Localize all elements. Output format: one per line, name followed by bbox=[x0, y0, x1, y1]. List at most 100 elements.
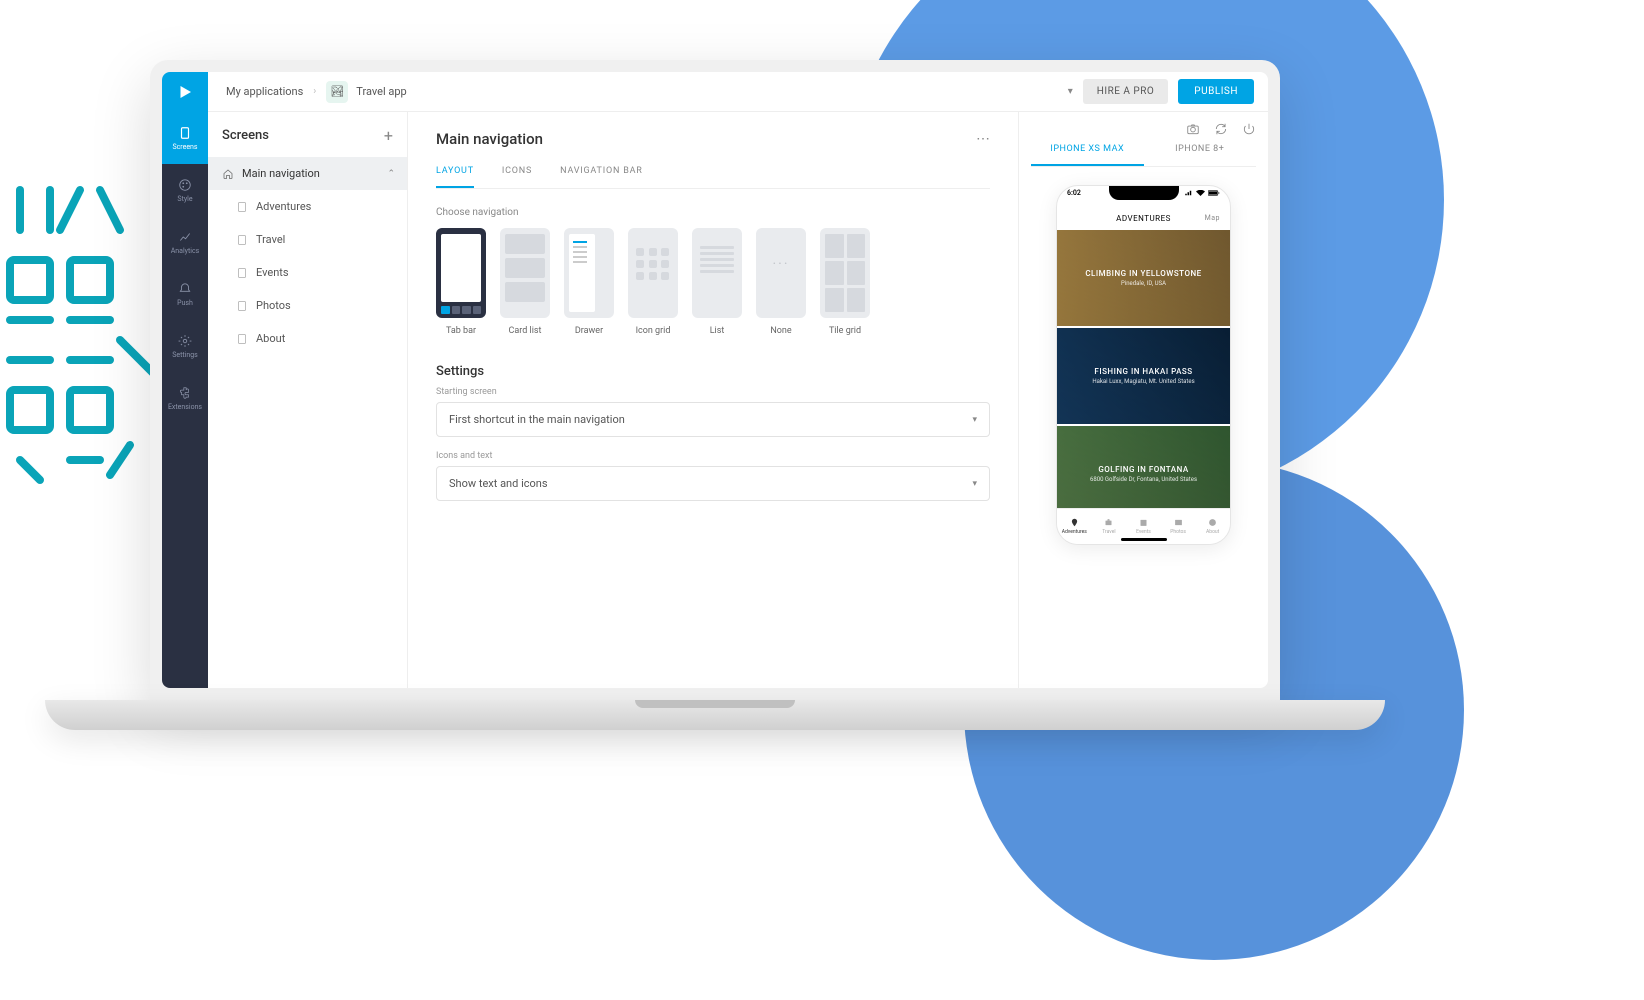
icons-text-select[interactable]: Show text and icons ▾ bbox=[436, 466, 990, 501]
chevron-up-icon[interactable]: ⌃ bbox=[387, 169, 395, 179]
rail-label: Screens bbox=[172, 143, 197, 151]
breadcrumb: My applications › 🏞 Travel app bbox=[208, 81, 407, 103]
screen-label: Main navigation bbox=[242, 167, 320, 180]
home-icon bbox=[222, 168, 234, 180]
analytics-icon bbox=[178, 230, 192, 244]
device-tab-xs-max[interactable]: IPHONE XS MAX bbox=[1031, 144, 1144, 166]
app-logo[interactable] bbox=[162, 72, 208, 112]
tab-icons[interactable]: ICONS bbox=[502, 166, 532, 188]
rail-label: Analytics bbox=[171, 247, 200, 255]
screen-label: About bbox=[256, 332, 285, 345]
info-icon bbox=[1208, 518, 1217, 527]
screen-item-events[interactable]: Events bbox=[208, 256, 407, 289]
nav-option-list[interactable]: List bbox=[692, 228, 742, 336]
tab-label: Events bbox=[1136, 529, 1151, 535]
card-title: CLIMBING IN YELLOWSTONE bbox=[1085, 269, 1201, 278]
tab-label: Travel bbox=[1102, 529, 1115, 535]
adventure-card-climbing[interactable]: CLIMBING IN YELLOWSTONE Pinedale, ID, US… bbox=[1057, 230, 1230, 326]
suitcase-icon bbox=[1104, 518, 1113, 527]
nav-option-none[interactable]: ··· None bbox=[756, 228, 806, 336]
home-indicator bbox=[1121, 538, 1167, 541]
screen-label: Events bbox=[256, 266, 289, 279]
select-value: First shortcut in the main navigation bbox=[449, 413, 625, 426]
chevron-down-icon: ▾ bbox=[972, 415, 977, 425]
breadcrumb-app[interactable]: Travel app bbox=[356, 85, 406, 98]
nav-option-label: Drawer bbox=[575, 326, 603, 336]
nav-option-label: Tile grid bbox=[829, 326, 861, 336]
app-thumbnail-icon: 🏞 bbox=[326, 81, 348, 103]
more-icon[interactable]: ⋯ bbox=[976, 131, 990, 147]
nav-option-label: Card list bbox=[509, 326, 542, 336]
phone-time: 6:02 bbox=[1067, 189, 1081, 197]
card-title: FISHING IN HAKAI PASS bbox=[1094, 367, 1192, 376]
rail-push[interactable]: Push bbox=[162, 268, 208, 320]
phone-tab-about[interactable]: About bbox=[1195, 509, 1230, 544]
phone-header-title: ADVENTURES bbox=[1116, 214, 1171, 223]
power-icon[interactable] bbox=[1242, 122, 1256, 136]
card-subtitle: Pinedale, ID, USA bbox=[1121, 280, 1166, 287]
rail-settings[interactable]: Settings bbox=[162, 320, 208, 372]
nav-option-icon-grid[interactable]: Icon grid bbox=[628, 228, 678, 336]
content-area: Main navigation ⋯ LAYOUT ICONS NAVIGATIO… bbox=[408, 112, 1018, 688]
screens-icon bbox=[178, 126, 192, 140]
refresh-icon[interactable] bbox=[1214, 122, 1228, 136]
rail-screens[interactable]: Screens bbox=[162, 112, 208, 164]
phone-map-link[interactable]: Map bbox=[1205, 214, 1220, 222]
rail-label: Extensions bbox=[168, 403, 202, 411]
phone-tab-adventures[interactable]: Adventures bbox=[1057, 509, 1092, 544]
puzzle-icon bbox=[178, 386, 192, 400]
screen-label: Adventures bbox=[256, 200, 311, 213]
publish-button[interactable]: PUBLISH bbox=[1178, 79, 1254, 104]
tab-layout[interactable]: LAYOUT bbox=[436, 166, 474, 188]
add-screen-button[interactable]: + bbox=[384, 126, 393, 145]
phone-header: ADVENTURES Map bbox=[1057, 208, 1230, 228]
nav-option-card-list[interactable]: Card list bbox=[500, 228, 550, 336]
screen-item-main-navigation[interactable]: Main navigation ⌃ bbox=[208, 157, 407, 190]
chevron-down-icon[interactable]: ▾ bbox=[1068, 86, 1073, 97]
adventure-card-golfing[interactable]: GOLFING IN FONTANA 6800 Golfside Dr, Fon… bbox=[1057, 426, 1230, 508]
rail-style[interactable]: Style bbox=[162, 164, 208, 216]
page-icon bbox=[236, 267, 248, 279]
laptop-frame: My applications › 🏞 Travel app ▾ HIRE A … bbox=[150, 60, 1280, 760]
pin-icon bbox=[1070, 518, 1079, 527]
settings-heading: Settings bbox=[436, 364, 990, 379]
screen-item-travel[interactable]: Travel bbox=[208, 223, 407, 256]
rail-extensions[interactable]: Extensions bbox=[162, 372, 208, 424]
select-value: Show text and icons bbox=[449, 477, 548, 490]
choose-nav-label: Choose navigation bbox=[436, 207, 990, 218]
starting-screen-select[interactable]: First shortcut in the main navigation ▾ bbox=[436, 402, 990, 437]
card-title: GOLFING IN FONTANA bbox=[1098, 465, 1188, 474]
preview-panel: IPHONE XS MAX IPHONE 8+ 6:02 bbox=[1018, 112, 1268, 688]
palette-icon bbox=[178, 178, 192, 192]
gear-icon bbox=[178, 334, 192, 348]
screen-item-about[interactable]: About bbox=[208, 322, 407, 355]
nav-option-label: None bbox=[770, 326, 791, 336]
content-title: Main navigation bbox=[436, 130, 543, 148]
hire-pro-button[interactable]: HIRE A PRO bbox=[1083, 79, 1169, 104]
tab-navigation-bar[interactable]: NAVIGATION BAR bbox=[560, 166, 643, 188]
rail-analytics[interactable]: Analytics bbox=[162, 216, 208, 268]
screen-item-photos[interactable]: Photos bbox=[208, 289, 407, 322]
screens-panel: Screens + Main navigation ⌃ Adventures bbox=[208, 112, 408, 688]
screen-item-adventures[interactable]: Adventures bbox=[208, 190, 407, 223]
breadcrumb-root[interactable]: My applications bbox=[226, 85, 303, 98]
adventure-card-fishing[interactable]: FISHING IN HAKAI PASS Hakai Luxx, Magiat… bbox=[1057, 328, 1230, 424]
tab-label: Adventures bbox=[1062, 529, 1087, 535]
phone-preview: 6:02 ADVENTURES Map bbox=[1056, 185, 1231, 545]
topbar: My applications › 🏞 Travel app ▾ HIRE A … bbox=[162, 72, 1268, 112]
nav-option-label: Tab bar bbox=[446, 326, 476, 336]
page-icon bbox=[236, 333, 248, 345]
nav-option-tile-grid[interactable]: Tile grid bbox=[820, 228, 870, 336]
nav-option-label: Icon grid bbox=[636, 326, 671, 336]
nav-option-tab-bar[interactable]: Tab bar bbox=[436, 228, 486, 336]
device-tab-8plus[interactable]: IPHONE 8+ bbox=[1144, 144, 1257, 166]
page-icon bbox=[236, 234, 248, 246]
starting-screen-label: Starting screen bbox=[436, 387, 990, 397]
calendar-icon bbox=[1139, 518, 1148, 527]
rail-label: Settings bbox=[172, 351, 198, 359]
photo-icon bbox=[1174, 518, 1183, 527]
camera-icon[interactable] bbox=[1186, 122, 1200, 136]
nav-option-drawer[interactable]: Drawer bbox=[564, 228, 614, 336]
left-rail: Screens Style Analytics Push bbox=[162, 112, 208, 688]
phone-notch bbox=[1109, 186, 1179, 200]
